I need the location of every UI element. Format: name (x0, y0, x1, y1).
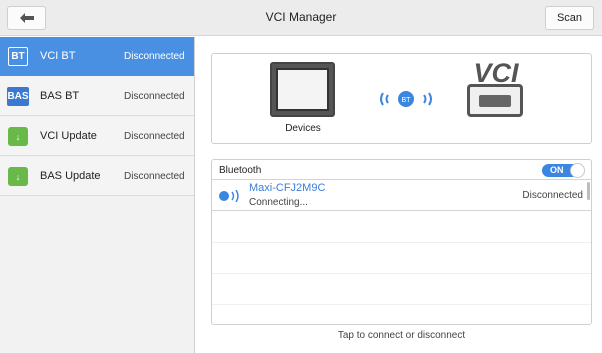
sidebar-item-bas-bt[interactable]: BAS BAS BT Disconnected (0, 77, 194, 116)
bluetooth-title: Bluetooth (219, 165, 262, 176)
bluetooth-device-icon (219, 190, 239, 202)
connect-hint: Tap to connect or disconnect (337, 330, 466, 341)
sidebar-item-label: VCI Update (40, 130, 97, 142)
empty-row-divider (212, 273, 591, 274)
bluetooth-toggle[interactable]: ON (542, 163, 585, 178)
sidebar-item-status: Disconnected (124, 131, 185, 142)
sidebar: BT VCI BT Disconnected BAS BAS BT Discon… (0, 37, 195, 353)
sidebar-item-vci-bt[interactable]: BT VCI BT Disconnected (0, 37, 194, 76)
header-bar: VCI Manager Scan (0, 0, 602, 36)
device-name: Maxi-CFJ2M9C (249, 182, 326, 194)
vci-logo-text: VCI (473, 58, 519, 84)
tablet-device-icon (270, 62, 335, 117)
device-status: Disconnected (522, 190, 583, 201)
page-title: VCI Manager (265, 10, 337, 24)
empty-row-divider (212, 304, 591, 305)
sidebar-item-status: Disconnected (124, 51, 185, 62)
bluetooth-icon: BT (8, 47, 28, 66)
download-icon: ↓ (8, 127, 28, 146)
download-icon: ↓ (8, 167, 28, 186)
scrollbar[interactable] (587, 182, 590, 200)
sidebar-item-status: Disconnected (124, 91, 185, 102)
vci-logo: VCI (473, 58, 519, 84)
scan-button[interactable]: Scan (545, 6, 594, 30)
sidebar-item-vci-update[interactable]: ↓ VCI Update Disconnected (0, 117, 194, 156)
sidebar-item-bas-update[interactable]: ↓ BAS Update Disconnected (0, 157, 194, 196)
toggle-knob (570, 163, 585, 178)
bluetooth-signal-icon: BT (380, 91, 432, 107)
device-row[interactable]: Maxi-CFJ2M9C Connecting... Disconnected (212, 180, 591, 211)
devices-label: Devices (285, 123, 321, 134)
device-connection-state: Connecting... (249, 197, 308, 208)
empty-row-divider (212, 242, 591, 243)
sidebar-item-label: VCI BT (40, 50, 76, 62)
tablet-screen (276, 68, 329, 111)
signal-badge-text: BT (402, 97, 412, 104)
toggle-label: ON (550, 165, 564, 175)
bluetooth-header: Bluetooth ON (212, 160, 591, 180)
vci-connector-icon (467, 84, 523, 117)
vci-slot (479, 95, 511, 107)
sidebar-item-status: Disconnected (124, 171, 185, 182)
sidebar-item-label: BAS Update (40, 170, 101, 182)
bas-icon: BAS (7, 87, 29, 106)
bluetooth-panel: Bluetooth ON Maxi-CFJ2M9C Connecting... … (211, 159, 592, 325)
sidebar-item-label: BAS BT (40, 90, 80, 102)
